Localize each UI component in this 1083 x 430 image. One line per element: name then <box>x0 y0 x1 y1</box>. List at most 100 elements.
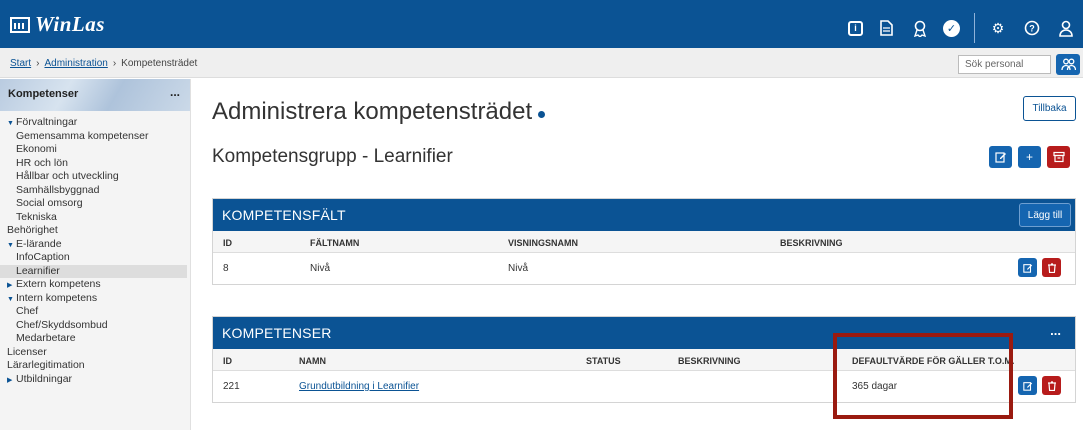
sidebar-item[interactable]: ▼ E-lärande <box>0 238 190 252</box>
sidebar-item[interactable]: Gemensamma kompetenser <box>0 130 190 144</box>
cell-id: 221 <box>223 381 240 392</box>
delete-competence-button[interactable] <box>1042 376 1061 395</box>
sidebar-item[interactable]: Behörighet <box>0 224 190 238</box>
cell-defaultvarde: 365 dagar <box>852 381 898 392</box>
sidebar-item-label: E-lärande <box>16 237 62 250</box>
kompetensfalt-panel: KOMPETENSFÄLT Lägg till ID FÄLTNAMN VISN… <box>212 198 1076 285</box>
sidebar-item-label: Behörighet <box>7 224 58 236</box>
column-header-defaultvarde: DEFAULTVÄRDE FÖR GÄLLER T.O.M. <box>852 356 1015 366</box>
sidebar-item[interactable]: ▶ Utbildningar <box>0 373 190 387</box>
sidebar-menu-button[interactable]: ... <box>170 85 180 99</box>
sidebar-item[interactable]: Hållbar och utveckling <box>0 170 190 184</box>
search-personnel-input[interactable] <box>958 55 1051 74</box>
user-icon[interactable] <box>1055 17 1077 39</box>
delete-field-button[interactable] <box>1042 258 1061 277</box>
column-header-id: ID <box>223 238 232 248</box>
edit-competence-button[interactable] <box>1018 376 1037 395</box>
group-actions: + <box>989 146 1070 168</box>
breadcrumb-separator: › <box>36 58 40 69</box>
sidebar-item[interactable]: Chef/Skyddsombud <box>0 319 190 333</box>
sidebar-item[interactable]: Ekonomi <box>0 143 190 157</box>
archive-icon <box>1052 151 1065 163</box>
sidebar-title: Kompetenser <box>8 88 79 100</box>
sidebar-tree: ▼ Förvaltningar Gemensamma kompetenser Ekon… <box>0 111 190 386</box>
edit-icon <box>994 152 1006 163</box>
edit-field-button[interactable] <box>1018 258 1037 277</box>
top-bar: WinLas i ✓ ⚙ ? <box>0 0 1083 48</box>
column-header-namn: NAMN <box>299 356 326 366</box>
sidebar-item[interactable]: Social omsorg <box>0 197 190 211</box>
breadcrumb-separator: › <box>112 58 117 69</box>
sidebar-item-label: Lärarlegitimation <box>7 359 85 371</box>
back-button[interactable]: Tillbaka <box>1023 96 1076 121</box>
sidebar-item[interactable]: Licenser <box>0 346 190 360</box>
table-row: 221 Grundutbildning i Learnifier 365 dag… <box>213 371 1075 402</box>
document-icon[interactable] <box>875 17 897 39</box>
group-title: Kompetensgrupp - Learnifier <box>212 146 453 167</box>
info-icon[interactable]: i <box>848 20 863 36</box>
sidebar-item-label: Intern kompetens <box>16 291 98 304</box>
edit-group-button[interactable] <box>989 146 1012 168</box>
page-title-text: Administrera kompetensträdet <box>212 98 533 125</box>
sidebar-item-label: Learnifier <box>16 264 60 277</box>
sidebar-item-label: Förvaltningar <box>16 116 78 128</box>
people-icon <box>1060 58 1076 71</box>
cell-faltnamn: Nivå <box>310 263 331 274</box>
sidebar-item-label: HR och lön <box>16 156 68 169</box>
archive-group-button[interactable] <box>1047 146 1070 168</box>
kompetenser-menu-button[interactable]: ... <box>1050 323 1061 338</box>
sidebar-item[interactable]: Samhällsbyggnad <box>0 184 190 198</box>
plus-icon: + <box>1025 150 1033 164</box>
sidebar-item[interactable]: HR och lön <box>0 157 190 171</box>
caret-down-icon[interactable]: ▼ <box>7 117 16 131</box>
svg-text:?: ? <box>1029 24 1035 34</box>
sidebar-item[interactable]: ▶ Extern kompetens <box>0 278 190 292</box>
caret-down-icon[interactable]: ▼ <box>7 293 16 307</box>
breadcrumb-bar: Start › Administration › Kompetensträdet <box>0 48 1083 78</box>
sidebar-item[interactable]: InfoCaption <box>0 251 190 265</box>
sidebar-item-label: Medarbetare <box>16 332 76 344</box>
page-title: Administrera kompetensträdet <box>212 98 546 126</box>
settings-icon[interactable]: ⚙ <box>987 17 1009 39</box>
breadcrumb: Start › Administration › Kompetensträdet <box>10 58 197 69</box>
caret-down-icon[interactable]: ▼ <box>7 239 16 253</box>
help-dot-icon[interactable] <box>538 111 546 118</box>
kompetensfalt-column-headers: ID FÄLTNAMN VISNINGSNAMN BESKRIVNING <box>213 231 1075 253</box>
column-header-visningsnamn: VISNINGSNAMN <box>508 238 579 248</box>
sidebar-item[interactable]: Chef <box>0 305 190 319</box>
people-search-button[interactable] <box>1056 54 1080 75</box>
sidebar-item[interactable]: Tekniska <box>0 211 190 225</box>
sidebar-item[interactable]: ▼ Förvaltningar <box>0 116 190 130</box>
logo-icon <box>10 16 30 33</box>
award-icon[interactable] <box>909 17 931 39</box>
sidebar-item-label: Extern kompetens <box>16 278 101 290</box>
sidebar-item[interactable]: Medarbetare <box>0 332 190 346</box>
sidebar-item-label: Hållbar och utveckling <box>16 170 119 182</box>
trash-icon <box>1047 262 1056 273</box>
kompetenser-header: KOMPETENSER ... <box>213 317 1075 349</box>
breadcrumb-administration-link[interactable]: Administration <box>44 58 107 69</box>
breadcrumb-start-link[interactable]: Start <box>10 58 31 69</box>
kompetenser-title: KOMPETENSER <box>222 325 332 341</box>
kompetensfalt-header: KOMPETENSFÄLT Lägg till <box>213 199 1075 231</box>
add-group-button[interactable]: + <box>1018 146 1041 168</box>
caret-right-icon[interactable]: ▶ <box>7 279 16 293</box>
sidebar-item[interactable]: Learnifier <box>0 264 187 278</box>
logo-text: WinLas <box>35 12 105 36</box>
sidebar-item-label: Social omsorg <box>16 197 83 209</box>
row-actions <box>1018 258 1061 277</box>
main-content: Administrera kompetensträdet Tillbaka Ko… <box>191 79 1083 430</box>
column-header-beskrivning: BESKRIVNING <box>780 238 843 248</box>
caret-right-icon[interactable]: ▶ <box>7 374 16 388</box>
add-field-button[interactable]: Lägg till <box>1019 203 1071 227</box>
check-icon[interactable]: ✓ <box>943 19 960 37</box>
breadcrumb-current: Kompetensträdet <box>121 58 198 69</box>
sidebar-item[interactable]: ▼ Intern kompetens <box>0 292 190 306</box>
app-logo[interactable]: WinLas <box>10 12 105 37</box>
help-icon[interactable]: ? <box>1021 17 1043 39</box>
sidebar-item[interactable]: Lärarlegitimation <box>0 359 190 373</box>
sidebar-header: Kompetenser ... <box>0 79 190 111</box>
cell-namn: Grundutbildning i Learnifier <box>299 381 419 392</box>
kompetensfalt-title: KOMPETENSFÄLT <box>222 207 346 223</box>
competence-link[interactable]: Grundutbildning i Learnifier <box>299 381 419 392</box>
